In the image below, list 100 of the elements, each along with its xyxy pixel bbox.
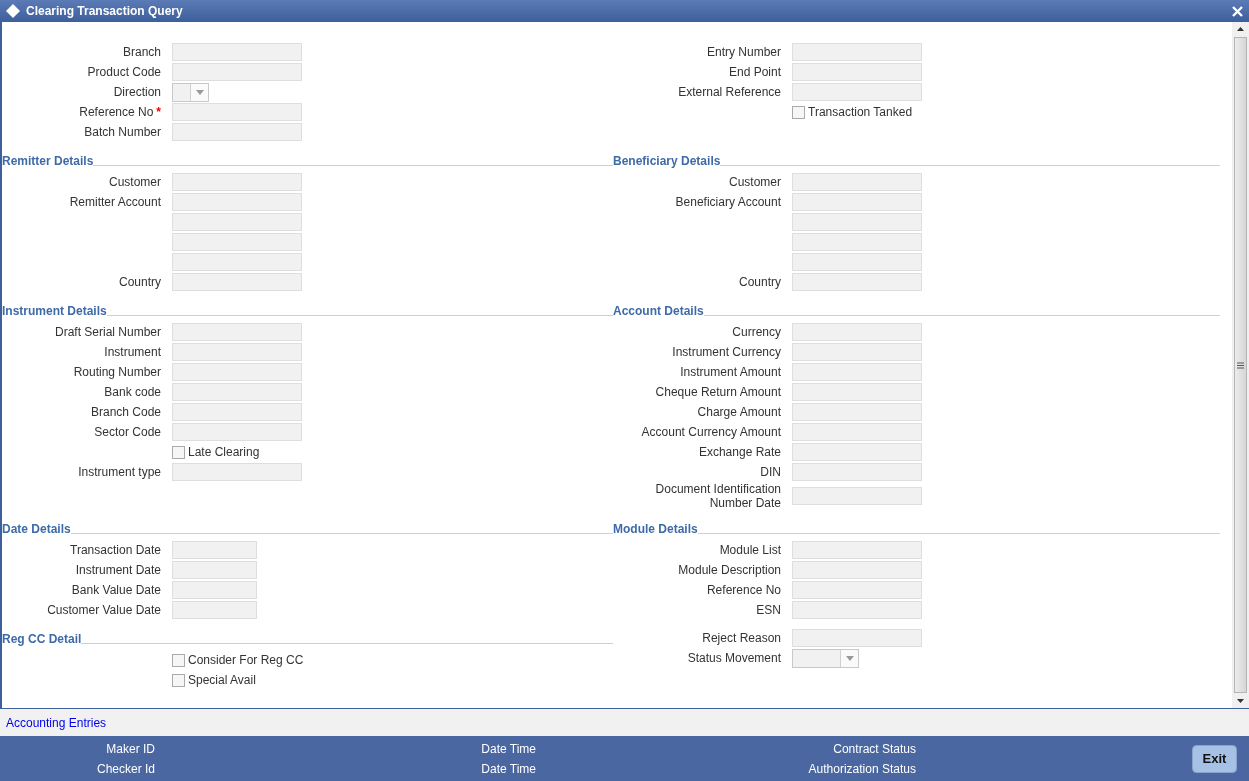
input-field[interactable]	[172, 63, 302, 81]
field-label: Cheque Return Amount	[655, 385, 781, 399]
field-label: Charge Amount	[697, 405, 781, 419]
field-label: Reference No	[706, 583, 781, 597]
input-field[interactable]	[172, 123, 302, 141]
date-field[interactable]	[172, 541, 257, 559]
input-field[interactable]	[172, 273, 302, 291]
field-label: External Reference	[678, 85, 781, 99]
field-label: Country	[738, 275, 781, 289]
input-field[interactable]	[172, 383, 302, 401]
caret-icon	[195, 89, 204, 95]
input-field[interactable]	[792, 363, 922, 381]
field-label: Instrument Date	[75, 563, 161, 577]
input-field[interactable]	[792, 173, 922, 191]
section-heading: Account Details	[613, 303, 704, 320]
footer-label: Checker Id	[95, 760, 155, 778]
input-field[interactable]	[172, 363, 302, 381]
accounting-entries-link[interactable]: Accounting Entries	[6, 713, 107, 732]
input-field[interactable]	[792, 323, 922, 341]
checkbox-label: Late Clearing	[188, 444, 260, 461]
input-field[interactable]	[172, 253, 302, 271]
field-label: Module Description	[678, 563, 781, 577]
input-field[interactable]	[792, 43, 922, 61]
input-field[interactable]	[792, 581, 922, 599]
scroll-down-icon[interactable]	[1236, 697, 1245, 705]
input-field[interactable]	[792, 343, 922, 361]
field-label: Product Code	[87, 65, 161, 79]
close-icon[interactable]	[1232, 5, 1243, 17]
input-field[interactable]	[792, 273, 922, 291]
field-label: Entry Number	[706, 45, 781, 59]
input-field[interactable]	[172, 43, 302, 61]
field-label: Instrument Currency	[672, 345, 781, 359]
input-field[interactable]	[792, 463, 922, 481]
input-field[interactable]	[172, 213, 302, 231]
checkbox-label: Special Avail	[188, 672, 256, 689]
checkbox[interactable]	[172, 673, 185, 687]
input-field[interactable]	[792, 541, 922, 559]
field-label: ESN	[756, 603, 781, 617]
date-field[interactable]	[172, 601, 257, 619]
field-label: Currency	[732, 325, 781, 339]
input-field[interactable]	[172, 173, 302, 191]
field-label: Remitter Account	[69, 195, 161, 209]
input-field[interactable]	[792, 83, 922, 101]
field-label: DIN	[760, 465, 781, 479]
field-label: Draft Serial Number	[54, 325, 161, 339]
checkbox[interactable]	[172, 445, 185, 459]
input-field[interactable]	[172, 423, 302, 441]
field-label: Instrument Amount	[680, 365, 781, 379]
field-label: Document Identification Number Date	[655, 482, 781, 510]
input-field[interactable]	[172, 233, 302, 251]
scrollbar[interactable]	[1232, 22, 1249, 708]
field-label: Instrument	[104, 345, 161, 359]
input-field[interactable]	[792, 233, 922, 251]
checkbox-label: Consider For Reg CC	[188, 652, 304, 669]
dropdown-field[interactable]	[792, 648, 859, 668]
footer-label: Date Time	[480, 740, 536, 758]
input-field[interactable]	[792, 423, 922, 441]
input-field[interactable]	[172, 193, 302, 211]
field-label: Bank code	[104, 385, 161, 399]
field-label: Customer	[109, 175, 161, 189]
section-heading: Remitter Details	[2, 153, 94, 170]
input-field[interactable]	[172, 103, 302, 121]
field-label: Transaction Date	[70, 543, 161, 557]
input-field[interactable]	[792, 193, 922, 211]
input-field[interactable]	[792, 63, 922, 81]
footer-label: Date Time	[480, 760, 536, 778]
checkbox[interactable]	[792, 105, 805, 119]
field-label: Direction	[113, 85, 161, 99]
checkbox[interactable]	[172, 653, 185, 667]
input-field[interactable]	[792, 253, 922, 271]
date-field[interactable]	[172, 561, 257, 579]
date-field[interactable]	[172, 581, 257, 599]
input-field[interactable]	[172, 403, 302, 421]
input-field[interactable]	[792, 403, 922, 421]
field-label: Account Currency Amount	[641, 425, 781, 439]
field-label: Branch Code	[90, 405, 161, 419]
window-title: Clearing Transaction Query	[26, 3, 183, 20]
input-field[interactable]	[792, 443, 922, 461]
input-field[interactable]	[792, 629, 922, 647]
checkbox-label: Transaction Tanked	[808, 104, 913, 121]
section-heading: Beneficiary Details	[613, 153, 721, 170]
field-label: Customer	[729, 175, 781, 189]
input-field[interactable]	[172, 463, 302, 481]
input-field[interactable]	[792, 213, 922, 231]
footer-label: Maker ID	[105, 740, 155, 758]
input-field[interactable]	[172, 343, 302, 361]
field-label: Reject Reason	[702, 631, 781, 645]
footer-label: Authorization Status	[807, 760, 916, 778]
field-label: Customer Value Date	[47, 603, 161, 617]
input-field[interactable]	[792, 487, 922, 505]
input-field[interactable]	[792, 561, 922, 579]
dropdown-field[interactable]	[172, 82, 209, 102]
input-field[interactable]	[172, 323, 302, 341]
field-label: Country	[118, 275, 161, 289]
input-field[interactable]	[792, 601, 922, 619]
scroll-up-icon[interactable]	[1236, 25, 1245, 33]
exit-button[interactable]: Exit	[1192, 744, 1237, 773]
section-heading: Module Details	[613, 521, 698, 538]
input-field[interactable]	[792, 383, 922, 401]
section-heading: Instrument Details	[2, 303, 107, 320]
